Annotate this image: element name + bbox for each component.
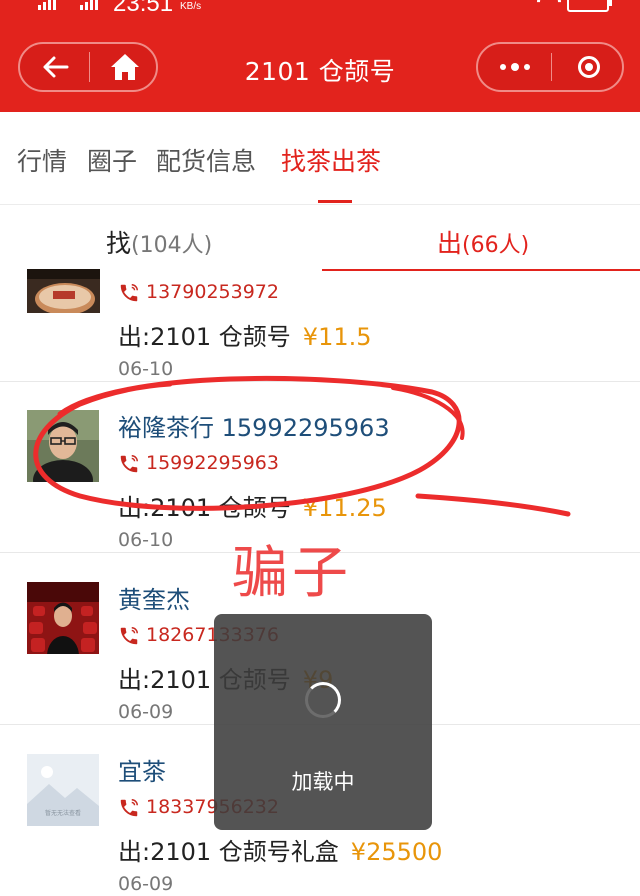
seller-name: 宜茶 (118, 758, 166, 786)
tab-find-count: (104人) (131, 233, 213, 258)
loading-spinner-icon (305, 682, 341, 718)
phone-icon (120, 454, 138, 472)
network-speed-unit: KB/s (180, 1, 202, 12)
status-bar: 23:51 KB/s (0, 0, 640, 19)
back-button[interactable] (20, 44, 90, 90)
avatar (27, 269, 100, 313)
app-header: 23:51 KB/s 2101 仓颉号 (0, 0, 640, 112)
tab-circle[interactable]: 圈子 (87, 142, 137, 178)
phone-icon (120, 798, 138, 816)
offer-price: ¥11.25 (302, 494, 387, 522)
battery-icon (567, 0, 612, 12)
tab-find-sell-tea[interactable]: 找茶出茶 (281, 142, 381, 178)
offer-line: 出:2101 仓颉号 ¥11.25 (118, 488, 387, 523)
avatar (27, 582, 99, 654)
category-tabs: 行情 圈子 配货信息 找茶出茶 (0, 112, 640, 205)
seller-name: 黄奎杰 (118, 586, 190, 614)
tab-market[interactable]: 行情 (17, 142, 67, 178)
loading-toast: 加载中 (214, 614, 432, 830)
avatar-caption: 暂无无法查看 (44, 810, 81, 817)
post-date: 06-09 (118, 873, 174, 895)
post-date: 06-10 (118, 358, 174, 380)
nav-pill (18, 42, 158, 92)
tab-offer-label: 出 (437, 229, 463, 258)
man-with-glasses-photo-icon (27, 410, 99, 482)
avatar: 暂无无法查看 (27, 754, 99, 826)
offer-text: 出:2101 仓颉号礼盒 (118, 838, 339, 866)
signal-icon-2 (80, 0, 98, 10)
seller-phone[interactable]: 13790253972 (118, 281, 279, 304)
signal-icon (38, 0, 56, 10)
home-button[interactable] (90, 44, 160, 90)
tab-supply-info[interactable]: 配货信息 (156, 142, 256, 178)
tab-offer-count: (66人) (462, 233, 530, 258)
close-miniprogram-button[interactable] (552, 44, 625, 90)
tab-find-label: 找 (106, 229, 132, 258)
wifi-icon (532, 0, 566, 19)
offer-price: ¥25500 (350, 838, 443, 866)
tab-find[interactable]: 找(104人) (106, 224, 212, 260)
target-circle-icon (577, 56, 600, 78)
loading-text: 加载中 (291, 770, 355, 794)
list-item[interactable]: 13790253972 出:2101 仓颉号 ¥11.5 06-10 (0, 269, 640, 382)
page-title: 2101 仓颉号 (244, 57, 396, 86)
home-icon (111, 54, 139, 80)
active-tab-indicator (318, 200, 352, 203)
tea-cake-photo-icon (27, 269, 100, 313)
back-arrow-icon (43, 56, 69, 78)
seller-phone[interactable]: 15992295963 (118, 452, 279, 475)
offer-line: 出:2101 仓颉号 ¥11.5 (118, 317, 372, 352)
mini-program-capsule (476, 42, 624, 92)
find-offer-tabs: 找(104人) 出(66人) (0, 205, 640, 271)
post-date: 06-09 (118, 701, 174, 723)
phone-icon (120, 283, 138, 301)
man-in-red-auditorium-photo-icon (27, 582, 99, 654)
seller-name: 裕隆茶行 15992295963 (118, 414, 390, 442)
phone-icon (120, 626, 138, 644)
offer-line: 出:2101 仓颉号礼盒 ¥25500 (118, 832, 442, 867)
scam-annotation-text: 骗子 (232, 541, 352, 606)
more-dots-icon (499, 62, 530, 71)
offer-text: 出:2101 仓颉号 (118, 323, 291, 351)
seller-phone-number: 13790253972 (146, 281, 279, 303)
more-button[interactable] (478, 44, 551, 90)
status-time: 23:51 (113, 0, 174, 17)
offer-text: 出:2101 仓颉号 (118, 494, 291, 522)
offer-price: ¥11.5 (302, 323, 372, 351)
post-date: 06-10 (118, 529, 174, 551)
avatar (27, 410, 99, 482)
seller-phone-number: 15992295963 (146, 452, 279, 474)
tab-offer[interactable]: 出(66人) (437, 224, 529, 260)
